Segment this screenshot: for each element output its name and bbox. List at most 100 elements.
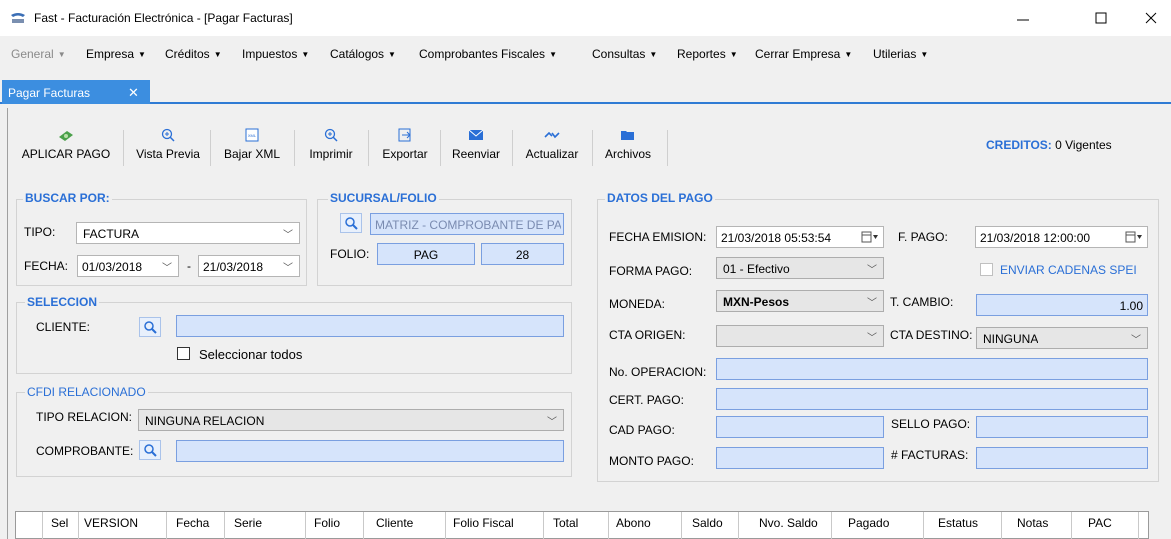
monto-pago-field[interactable] [716,447,884,469]
chevron-down-icon: ﹀ [547,417,557,428]
grid-divider [831,512,832,539]
facturas-field[interactable] [976,447,1148,469]
grid-divider [224,512,225,539]
col-header-folio-fiscal[interactable]: Folio Fiscal [453,516,514,530]
menu-comprobantes-fiscales[interactable]: Comprobantes Fiscales ▼ [419,47,557,61]
imprimir-button[interactable]: Imprimir [301,128,361,168]
chevron-down-icon: ▼ [301,50,310,59]
cta-destino-select[interactable]: NINGUNA ﹀ [976,327,1148,349]
cliente-search-button[interactable] [139,317,161,337]
no-operacion-field[interactable] [716,358,1148,380]
col-header-fecha[interactable]: Fecha [176,516,209,530]
col-header-total[interactable]: Total [553,516,578,530]
tipo-relacion-select[interactable]: NINGUNA RELACION ﹀ [138,409,564,431]
f-pago-picker[interactable]: 21/03/2018 12:00:00 [975,226,1148,248]
window-title: Fast - Facturación Electrónica - [Pagar … [34,11,293,25]
zoom-in-icon [161,128,175,142]
bajar-xml-button[interactable]: XML Bajar XML [217,128,287,168]
serie-field[interactable]: PAG [377,243,475,265]
col-header-folio[interactable]: Folio [314,516,340,530]
creditos-value: 0 Vigentes [1055,138,1112,152]
menu-impuestos[interactable]: Impuestos ▼ [242,47,309,61]
menu-utilerias[interactable]: Utilerias ▼ [873,47,928,61]
forma-pago-select[interactable]: 01 - Efectivo ﹀ [716,257,884,279]
menu-empresa[interactable]: Empresa ▼ [86,47,146,61]
col-header-abono[interactable]: Abono [616,516,651,530]
menu-reportes[interactable]: Reportes ▼ [677,47,738,61]
sucursal-search-button[interactable] [340,213,362,233]
menu-catalogos[interactable]: Catálogos ▼ [330,47,396,61]
vista-previa-button[interactable]: Vista Previa [130,128,206,168]
toolbar-separator [512,130,513,166]
grid-divider [1001,512,1002,539]
sello-pago-field[interactable] [976,416,1148,438]
t-cambio-field[interactable]: 1.00 [976,294,1148,316]
col-header-sel[interactable]: Sel [51,516,68,530]
comprobante-search-button[interactable] [139,440,161,460]
col-header-saldo[interactable]: Saldo [692,516,723,530]
col-header-estatus[interactable]: Estatus [938,516,978,530]
col-header-pac[interactable]: PAC [1088,516,1112,530]
chevron-down-icon: ▼ [57,50,66,59]
tipo-label: TIPO: [24,225,56,239]
col-header-notas[interactable]: Notas [1017,516,1048,530]
menu-cerrar-empresa[interactable]: Cerrar Empresa ▼ [755,47,852,61]
tab-pagar-facturas[interactable]: Pagar Facturas ✕ [2,80,150,104]
actualizar-button[interactable]: Actualizar [516,128,588,168]
sucursal-field[interactable]: MATRIZ - COMPROBANTE DE PA [370,213,564,235]
cad-pago-field[interactable] [716,416,884,438]
grid-divider [363,512,364,539]
grid-divider [681,512,682,539]
minimize-button[interactable] [1011,6,1035,30]
aplicar-pago-button[interactable]: APLICAR PAGO [15,128,117,168]
grid-divider [543,512,544,539]
reenviar-button[interactable]: Reenviar [446,128,506,168]
no-operacion-label: No. OPERACION: [609,365,707,379]
toolbar-separator [294,130,295,166]
refresh-icon [544,131,560,139]
export-icon [398,128,411,142]
facturas-label: # FACTURAS: [891,448,969,462]
menu-general[interactable]: General ▼ [11,47,66,61]
zoom-in-icon [324,128,338,142]
close-window-button[interactable] [1139,6,1163,30]
cliente-field[interactable] [176,315,564,337]
fecha-hasta-picker[interactable]: 21/03/2018 ﹀ [198,255,300,277]
cert-pago-field[interactable] [716,388,1148,410]
creditos-status: CREDITOS: 0 Vigentes [986,138,1112,152]
archivos-button[interactable]: Archivos [598,128,658,168]
col-header-nvo-saldo[interactable]: Nvo. Saldo [759,516,818,530]
seleccion-group [16,302,572,374]
col-header-version[interactable]: VERSION [84,516,138,530]
seleccion-group-title: SELECCION [25,295,100,309]
tab-close-icon[interactable]: ✕ [128,85,139,101]
col-header-serie[interactable]: Serie [234,516,262,530]
chevron-down-icon: ▼ [138,50,146,59]
exportar-button[interactable]: Exportar [375,128,435,168]
fecha-separator: - [187,259,191,273]
chevron-down-icon: ▼ [844,50,853,59]
moneda-select[interactable]: MXN-Pesos ﹀ [716,290,884,312]
toolbar-separator [123,130,124,166]
maximize-button[interactable] [1089,6,1113,30]
col-header-pagado[interactable]: Pagado [848,516,889,530]
seleccionar-todos-label[interactable]: Seleccionar todos [199,347,302,362]
menu-creditos[interactable]: Créditos ▼ [165,47,222,61]
menu-consultas[interactable]: Consultas ▼ [592,47,657,61]
fecha-emision-picker[interactable]: 21/03/2018 05:53:54 [716,226,884,248]
datos-pago-group-title: DATOS DEL PAGO [605,191,715,205]
seleccionar-todos-checkbox[interactable] [177,347,190,360]
folio-field[interactable]: 28 [481,243,564,265]
grid-divider [923,512,924,539]
chevron-down-icon: ﹀ [1131,335,1141,346]
comprobante-field[interactable] [176,440,564,462]
fecha-desde-picker[interactable]: 01/03/2018 ﹀ [77,255,179,277]
tipo-select[interactable]: FACTURA ﹀ [76,222,300,244]
enviar-cadenas-label[interactable]: ENVIAR CADENAS SPEI [1000,263,1137,277]
toolbar-separator [592,130,593,166]
enviar-cadenas-checkbox[interactable] [980,263,993,276]
grid-divider [1138,512,1139,539]
facturas-grid: Sel VERSION Fecha Serie Folio Cliente Fo… [15,511,1149,539]
col-header-cliente[interactable]: Cliente [376,516,413,530]
cta-origen-select[interactable]: ﹀ [716,325,884,347]
